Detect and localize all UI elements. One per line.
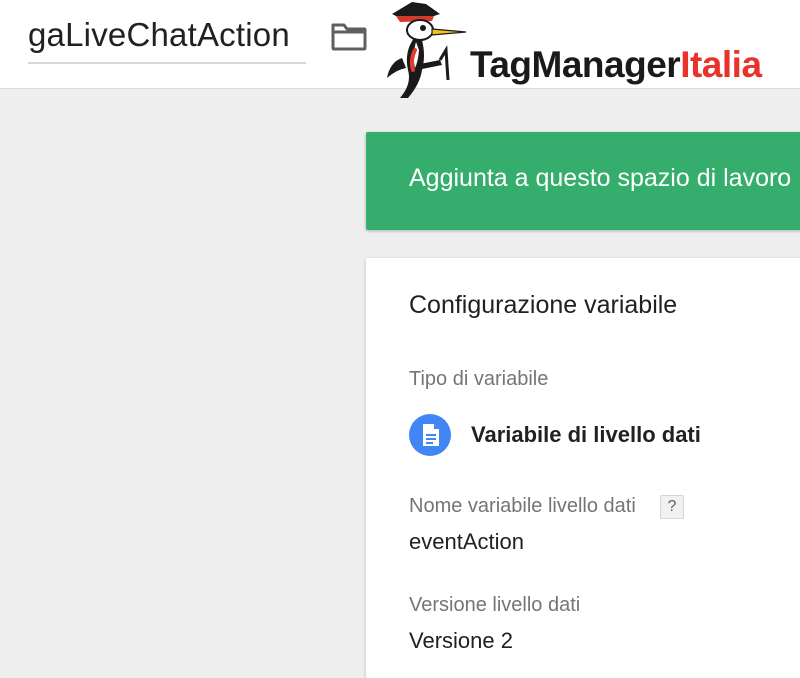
woodpecker-mascot-logo <box>387 2 467 98</box>
help-icon[interactable]: ? <box>660 495 684 519</box>
data-layer-variable-name-value[interactable]: eventAction <box>409 529 524 555</box>
variable-type-value[interactable]: Variabile di livello dati <box>471 422 701 448</box>
document-icon <box>409 414 451 456</box>
brand-name: TagManagerItalia <box>470 44 762 86</box>
brand-logo: TagManagerItalia <box>382 0 800 98</box>
data-layer-version-value[interactable]: Versione 2 <box>409 628 513 654</box>
folder-icon[interactable] <box>330 20 368 52</box>
variable-name-field[interactable]: gaLiveChatAction <box>28 12 306 64</box>
brand-name-part1: TagManager <box>470 44 681 85</box>
variable-configuration-card[interactable]: Configurazione variabile Tipo di variabi… <box>366 258 800 678</box>
brand-name-part2: Italia <box>680 44 762 85</box>
top-bar: gaLiveChatAction TagManagerItalia <box>0 0 800 98</box>
data-layer-version-label: Versione livello dati <box>409 594 581 616</box>
variable-type-label: Tipo di variabile <box>409 368 549 390</box>
banner-text: Aggiunta a questo spazio di lavoro <box>409 164 792 192</box>
data-layer-variable-name-label: Nome variabile livello dati <box>409 495 636 517</box>
workspace-added-banner: Aggiunta a questo spazio di lavoro <box>366 132 800 230</box>
card-title: Configurazione variabile <box>409 291 678 319</box>
variable-name-text[interactable]: gaLiveChatAction <box>28 16 290 54</box>
